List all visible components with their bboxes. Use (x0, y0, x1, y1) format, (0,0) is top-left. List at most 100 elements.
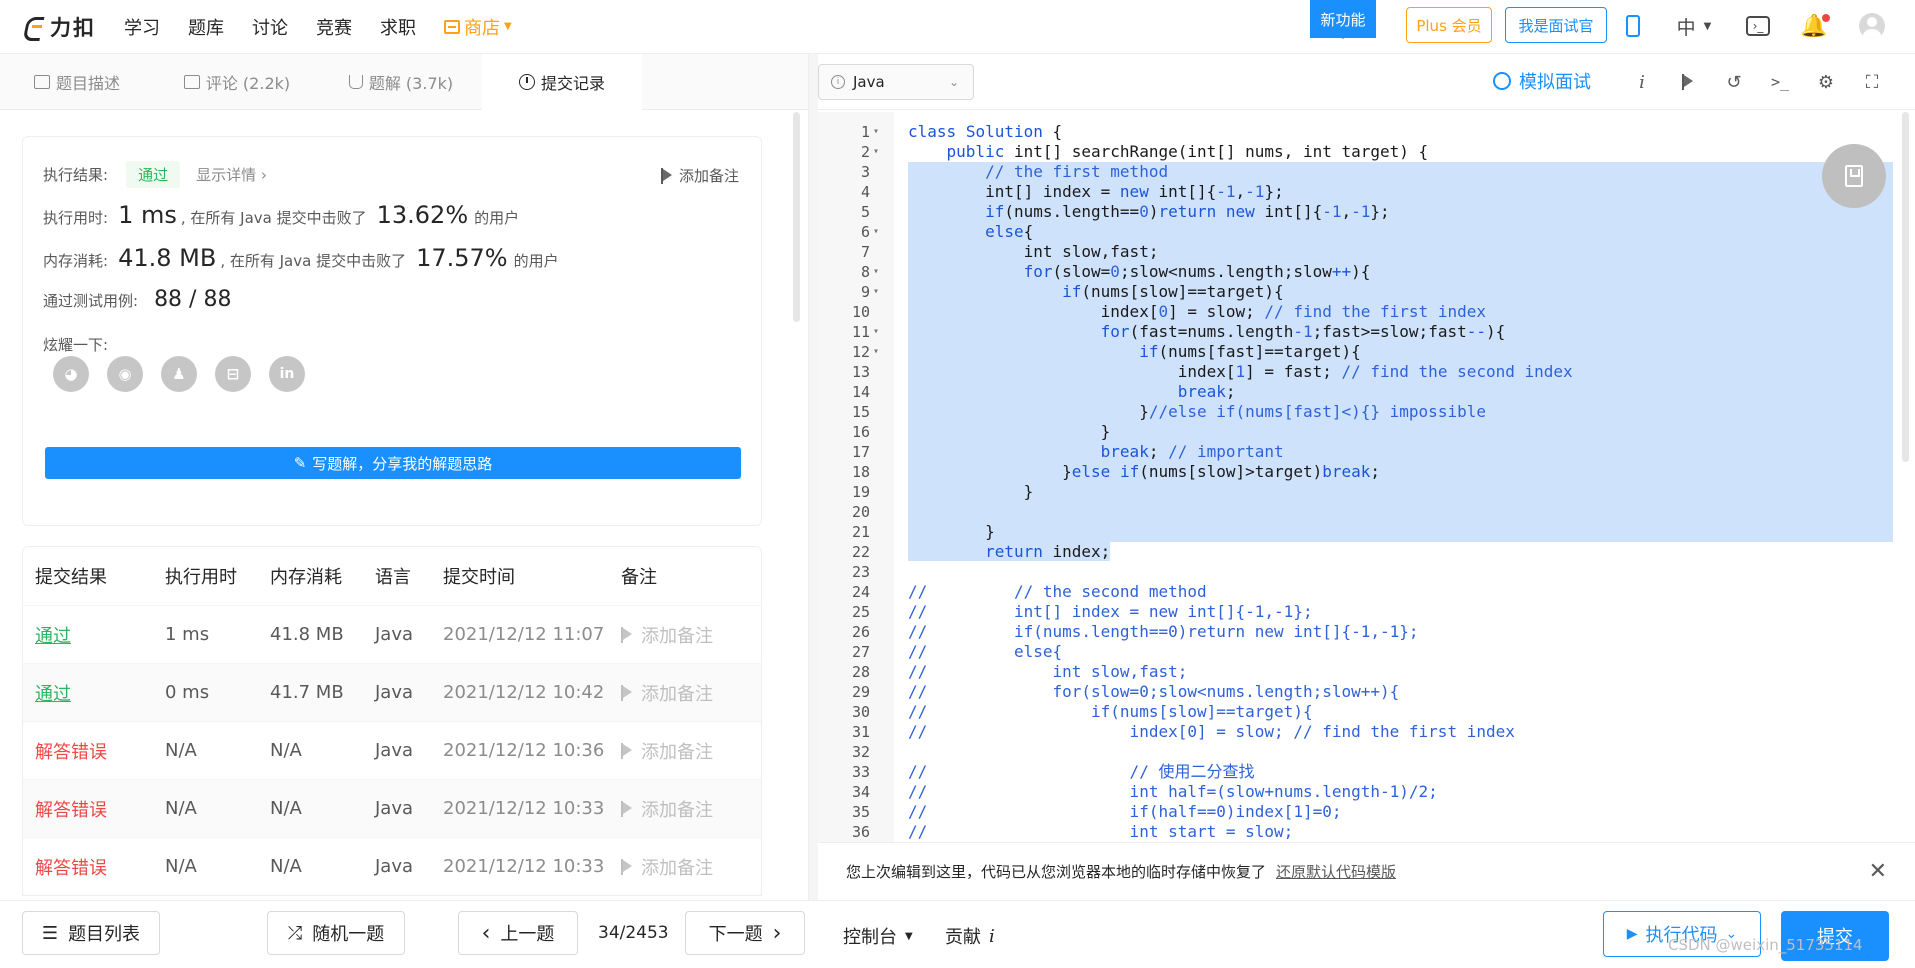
table-row[interactable]: 解答错误 N/A N/A Java 2021/12/12 10:36 添加备注 (23, 721, 761, 779)
flag-icon (621, 626, 633, 643)
language-switch[interactable]: 中 ▼ (1664, 12, 1724, 40)
cases-value: 88 / 88 (154, 287, 232, 312)
nav-problems[interactable]: 题库 (188, 14, 224, 40)
code-line: 5 if(nums.length==0)return new int[]{-1,… (818, 202, 1903, 222)
mock-interview-button[interactable]: 模拟面试 (1493, 68, 1591, 94)
reset-icon[interactable]: ↺ (1722, 70, 1746, 94)
fullscreen-icon[interactable]: ⛶ (1860, 70, 1884, 94)
new-feature-badge[interactable]: 新功能 (1310, 0, 1376, 39)
nav-store[interactable]: 商店 ▼ (444, 14, 512, 40)
contribute-button[interactable]: 贡献 i (945, 923, 995, 949)
code-line: 11 ▾ for(fast=nums.length-1;fast>=slow;fa… (818, 322, 1903, 342)
tab-comments[interactable]: 评论 (2.2k) (154, 54, 320, 110)
header-language: 语言 (375, 567, 411, 588)
submission-status[interactable]: 通过 (23, 622, 165, 648)
code-line: 33// // 使用二分查找 (851, 762, 1255, 781)
playground-icon[interactable]: ›_ (1744, 12, 1772, 40)
add-note-label: 添加备注 (678, 167, 739, 185)
nav-learn[interactable]: 学习 (124, 14, 160, 40)
mobile-icon[interactable] (1624, 12, 1642, 40)
flag-icon[interactable] (1676, 70, 1700, 94)
add-note-button[interactable]: 添加备注 (621, 622, 761, 648)
plus-member-button[interactable]: Plus 会员 (1406, 7, 1492, 43)
table-row[interactable]: 通过 1 ms 41.8 MB Java 2021/12/12 11:07 添加… (23, 605, 761, 663)
memory-row: 内存消耗: 41.8 MB , 在所有 Java 提交中击败了 17.57% 的… (43, 244, 559, 272)
code-line: 14 break; (818, 382, 1903, 402)
prev-problem-button[interactable]: ‹ 上一题 (458, 911, 578, 955)
code-line: 16 } (818, 422, 1903, 442)
submission-time: 0 ms (165, 682, 210, 703)
flag-icon (621, 742, 633, 759)
contribute-label: 贡献 (945, 927, 981, 948)
add-note-label: 添加备注 (641, 683, 713, 705)
code-line: 35// if(half==0)index[1]=0; (851, 802, 1342, 821)
bell-icon[interactable]: 🔔 (1800, 12, 1830, 40)
write-solution-button[interactable]: ✎ 写题解，分享我的解题思路 (45, 447, 741, 479)
alarm-icon (1493, 72, 1511, 90)
prev-label: 上一题 (500, 924, 555, 945)
code-editor[interactable]: 1 ▾ class Solution { 2 ▾ public int[] searc… (818, 112, 1903, 842)
code-line: 18 }else if(nums[slow]>target)break; (818, 462, 1903, 482)
code-line: 20 (818, 502, 1903, 522)
avatar[interactable] (1858, 12, 1886, 40)
terminal-icon[interactable]: >_ (1768, 70, 1792, 94)
notebook-icon[interactable] (1822, 144, 1886, 208)
code-line: 31// index[0] = slow; // find the first … (851, 722, 1515, 741)
douban-icon[interactable]: ⊟ (215, 356, 251, 392)
gear-icon[interactable]: ⚙ (1814, 70, 1838, 94)
code-line: 3 // the first method (818, 162, 1903, 182)
submission-time: N/A (165, 740, 197, 761)
interviewer-button[interactable]: 我是面试官 (1505, 7, 1607, 43)
submission-status[interactable]: 解答错误 (23, 738, 165, 764)
submission-status[interactable]: 解答错误 (23, 796, 165, 822)
problem-list-button[interactable]: ☰ 题目列表 (22, 911, 160, 955)
pencil-icon: ✎ (293, 454, 307, 472)
qq-icon[interactable]: ♟ (161, 356, 197, 392)
table-row[interactable]: 通过 0 ms 41.7 MB Java 2021/12/12 10:42 添加… (23, 663, 761, 721)
panel-splitter[interactable] (808, 54, 818, 968)
submission-status[interactable]: 通过 (23, 680, 165, 706)
show-detail-link[interactable]: 显示详情 › (196, 164, 267, 185)
problem-tabs: 题目描述 评论 (2.2k) 题解 (3.7k) 提交记录 (0, 54, 808, 110)
flag-icon (621, 858, 633, 875)
random-problem-button[interactable]: ⤮ 随机一题 (267, 911, 405, 955)
nav-contest[interactable]: 竞赛 (316, 14, 352, 40)
nav-discuss[interactable]: 讨论 (252, 14, 288, 40)
leetcode-logo[interactable]: 力扣 (22, 12, 96, 42)
add-note-button[interactable]: 添加备注 (621, 680, 761, 706)
submission-memory: N/A (270, 798, 302, 819)
submission-memory: N/A (270, 740, 302, 761)
chevron-down-icon: ⌄ (948, 75, 959, 89)
info-icon[interactable]: i (1630, 70, 1654, 94)
next-problem-button[interactable]: 下一题 › (685, 911, 805, 955)
tab-solutions[interactable]: 题解 (3.7k) (320, 54, 482, 110)
left-scrollbar[interactable] (793, 112, 800, 322)
bottom-bar: ☰ 题目列表 ⤮ 随机一题 ‹ 上一题 34/2453 下一题 › 控制台 ▼ … (0, 900, 1915, 968)
weibo-icon[interactable]: ◉ (107, 356, 143, 392)
code-line: 17 break; // important (818, 442, 1903, 462)
editor-scrollbar[interactable] (1902, 112, 1909, 462)
submission-status[interactable]: 解答错误 (23, 854, 165, 880)
submission-time: 1 ms (165, 624, 210, 645)
nav-jobs[interactable]: 求职 (380, 14, 416, 40)
add-note-button[interactable]: 添加备注 (621, 738, 761, 764)
add-note-button[interactable]: 添加备注 (621, 854, 761, 880)
table-row[interactable]: 解答错误 N/A N/A Java 2021/12/12 10:33 添加备注 (23, 837, 761, 895)
page-indicator: 34/2453 (598, 923, 669, 943)
restore-default-link[interactable]: 还原默认代码模版 (1276, 861, 1396, 882)
submission-date: 2021/12/12 10:42 (443, 682, 605, 703)
console-button[interactable]: 控制台 ▼ (843, 923, 913, 949)
store-label: 商店 (464, 17, 500, 39)
wechat-icon[interactable]: ◕ (53, 356, 89, 392)
language-select[interactable]: i Java ⌄ (818, 64, 974, 100)
flag-icon (621, 800, 633, 817)
table-row[interactable]: 解答错误 N/A N/A Java 2021/12/12 10:33 添加备注 (23, 779, 761, 837)
add-note-button[interactable]: 添加备注 (621, 796, 761, 822)
add-note-button[interactable]: 添加备注 (660, 165, 739, 186)
tab-description[interactable]: 题目描述 (0, 54, 154, 110)
linkedin-icon[interactable]: in (269, 356, 305, 392)
close-icon[interactable]: ✕ (1869, 859, 1887, 884)
code-line: 4 int[] index = new int[]{-1,-1}; (818, 182, 1903, 202)
comment-icon (183, 75, 200, 89)
tab-submissions[interactable]: 提交记录 (482, 54, 642, 110)
